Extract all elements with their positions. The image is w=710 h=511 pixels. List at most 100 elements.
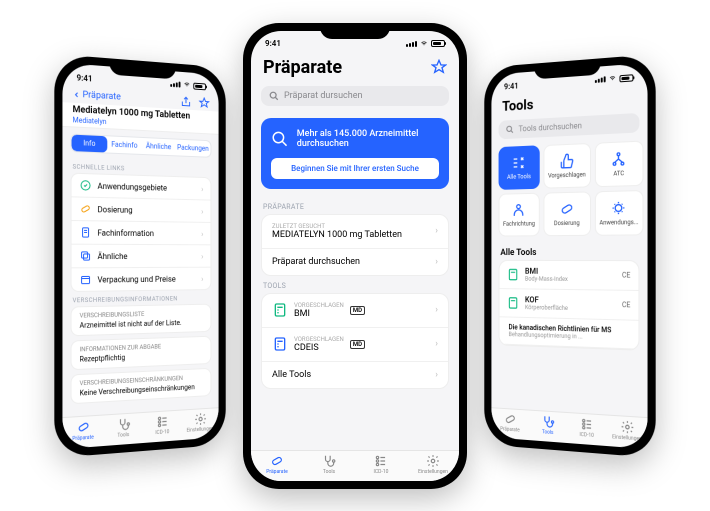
chevron-right-icon: › <box>435 370 438 380</box>
back-label: Präparate <box>83 90 121 103</box>
search-placeholder: Präparat dursuchen <box>284 91 362 101</box>
thumbs-up-icon <box>559 152 574 169</box>
chevron-right-icon: › <box>201 184 203 193</box>
tabbar-settings[interactable]: Einstellungen <box>407 454 459 475</box>
doctor-icon <box>512 201 527 217</box>
tabbar-tools[interactable]: Tools <box>103 416 143 440</box>
recent-search-row[interactable]: ZULETZT GESUCHT MEDIATELYN 1000 mg Table… <box>262 215 448 249</box>
tree-icon <box>611 150 627 167</box>
tab-bar: Präparate Tools ICD-10 Einstellungen <box>251 450 459 481</box>
tool-row-bmi[interactable]: BMIBody-Mass-Index CE <box>499 260 638 290</box>
chevron-right-icon: › <box>435 305 438 315</box>
link-packaging[interactable]: Verpackung und Preise› <box>72 267 211 290</box>
tool-row-ms[interactable]: Die kanadischen Richtlinien für MSBehand… <box>499 317 638 349</box>
box-icon <box>80 273 92 285</box>
link-dosage[interactable]: Dosierung› <box>72 197 211 223</box>
md-badge: MD <box>350 306 365 315</box>
status-time: 9:41 <box>265 39 281 48</box>
battery-icon <box>619 73 633 81</box>
calculator-icon <box>507 267 520 281</box>
tabbar-praeparate[interactable]: Präparate <box>491 411 528 434</box>
tool-row-cdeis[interactable]: VORGESCHLAGEN CDEIS MD › <box>262 328 448 362</box>
stethoscope-icon <box>322 454 336 468</box>
page-title: Tools <box>502 97 533 115</box>
battery-icon <box>431 40 445 47</box>
calculator-icon <box>272 302 288 318</box>
prescription-list-block: VERSCHREIBUNGSLISTE Arzneimittel ist nic… <box>71 303 212 336</box>
pill-icon <box>504 411 517 426</box>
stethoscope-icon <box>541 414 554 429</box>
phone-detail: 9:41 Präparate Mediatelyn 1000 mg Tablet… <box>54 53 225 457</box>
tabbar-praeparate[interactable]: Präparate <box>251 454 303 475</box>
tabbar-icd10[interactable]: ICD-10 <box>567 416 607 440</box>
chevron-right-icon: › <box>201 274 203 283</box>
chevron-right-icon: › <box>201 229 203 238</box>
tabbar-tools[interactable]: Tools <box>529 413 567 436</box>
back-button[interactable]: Präparate <box>73 89 121 102</box>
tabbar-settings[interactable]: Einstellungen <box>181 411 218 434</box>
tabbar-settings[interactable]: Einstellungen <box>607 418 648 442</box>
target-icon <box>80 179 92 192</box>
tile-all-tools[interactable]: Alle Tools <box>499 145 540 190</box>
sort-az-icon <box>512 154 527 170</box>
pill-icon <box>559 200 574 216</box>
wifi-icon <box>183 81 190 87</box>
all-tools-row[interactable]: Alle Tools › <box>262 362 448 388</box>
status-time: 9:41 <box>504 81 518 91</box>
link-similar[interactable]: Ähnliche› <box>72 244 211 268</box>
segment-control: Info Fachinfo Ähnliche Packungen <box>71 133 212 157</box>
search-icon <box>506 124 514 133</box>
search-row[interactable]: Präparat durchsuchen › <box>262 249 448 275</box>
list-icon <box>580 416 594 431</box>
section-tools: TOOLS <box>251 276 459 293</box>
tab-info[interactable]: Info <box>72 134 108 152</box>
star-icon[interactable] <box>431 59 447 75</box>
tile-atc[interactable]: ATC <box>594 140 643 187</box>
gear-icon <box>194 411 207 426</box>
all-tools-header: Alle Tools <box>491 241 647 260</box>
page-title: Präparate <box>263 57 342 78</box>
search-icon <box>269 91 279 101</box>
promo-title: Mehr als 145.000 Arzneimittel durchsuche… <box>297 129 439 149</box>
md-badge: MD <box>350 340 365 349</box>
chevron-right-icon: › <box>435 226 438 236</box>
phone-tools: 9:41 Tools Tools durchsuchen Alle Tools … <box>484 53 655 457</box>
star-icon[interactable] <box>199 96 210 108</box>
search-placeholder: Tools durchsuchen <box>519 121 582 133</box>
tool-row-bmi[interactable]: VORGESCHLAGEN BMI MD › <box>262 294 448 328</box>
tile-suggested[interactable]: Vorgeschlagen <box>543 142 590 188</box>
tab-similar[interactable]: Ähnliche <box>142 137 176 154</box>
chevron-right-icon: › <box>435 339 438 349</box>
status-time: 9:41 <box>77 72 93 82</box>
calculator-icon <box>272 336 288 352</box>
tool-row-kof[interactable]: KOFKörperoberfläche CE <box>499 289 638 321</box>
tile-specialty[interactable]: Fachrichtung <box>499 192 540 236</box>
tile-indications[interactable]: Anwendungs... <box>594 190 643 236</box>
category-grid: Alle Tools Vorgeschlagen ATC Fachrichtun… <box>499 140 640 236</box>
pill-icon <box>270 454 284 468</box>
gear-icon <box>620 419 634 434</box>
stethoscope-icon <box>117 416 131 431</box>
virus-icon <box>611 199 627 216</box>
tile-dosage[interactable]: Dosierung <box>543 191 590 236</box>
tabbar-praeparate[interactable]: Präparate <box>62 418 103 442</box>
link-fachinfo[interactable]: Fachinformation› <box>72 221 211 245</box>
chevron-left-icon <box>73 90 81 99</box>
signal-icon <box>406 41 417 47</box>
share-icon[interactable] <box>180 95 191 107</box>
ce-badge: CE <box>622 271 631 279</box>
tabbar-icd10[interactable]: ICD-10 <box>355 454 407 475</box>
promo-button[interactable]: Beginnen Sie mit Ihrer ersten Suche <box>271 158 439 179</box>
tabbar-icd10[interactable]: ICD-10 <box>143 413 181 436</box>
tab-packages[interactable]: Packungen <box>175 139 210 156</box>
battery-icon <box>193 82 206 90</box>
signal-icon <box>595 76 606 83</box>
list-icon <box>156 414 169 429</box>
tab-fachinfo[interactable]: Fachinfo <box>107 136 142 154</box>
search-input[interactable]: Präparat dursuchen <box>261 86 449 106</box>
promo-card: Mehr als 145.000 Arzneimittel durchsuche… <box>261 118 449 189</box>
wifi-icon <box>609 75 617 82</box>
link-indications[interactable]: Anwendungsgebiete› <box>72 173 211 200</box>
gear-icon <box>426 454 440 468</box>
tabbar-tools[interactable]: Tools <box>303 454 355 475</box>
